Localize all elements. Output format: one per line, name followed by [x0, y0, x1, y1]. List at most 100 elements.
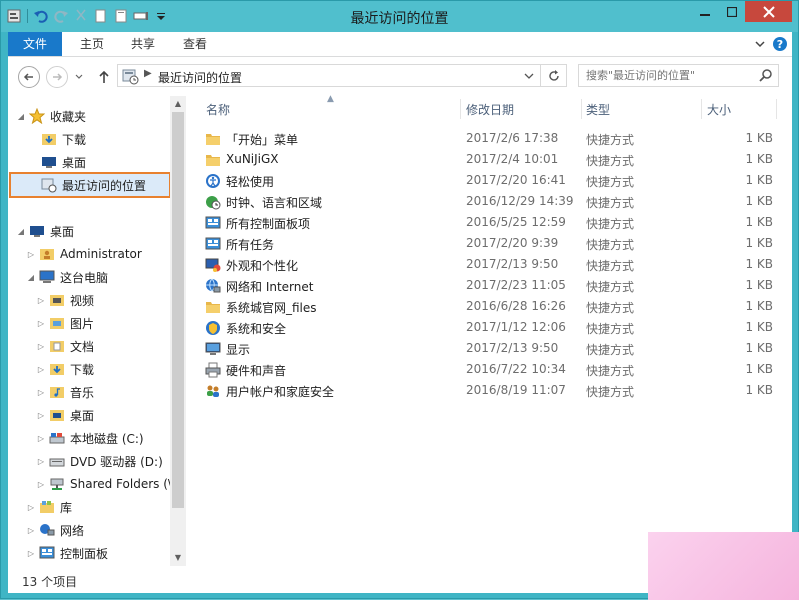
file-name: 所有任务 — [226, 238, 275, 252]
file-row[interactable]: 轻松使用 2017/2/20 16:41 快捷方式 1 KB — [193, 170, 773, 191]
tree-pictures[interactable]: ▷ 图片 — [36, 312, 94, 334]
expand-arrow-icon[interactable]: ▷ — [36, 480, 46, 489]
file-name: 用户帐户和家庭安全 — [226, 385, 335, 399]
collapse-arrow-icon[interactable]: ◢ — [16, 112, 26, 121]
file-row[interactable]: 网络和 Internet 2017/2/23 11:05 快捷方式 1 KB — [193, 275, 773, 296]
tree-this-pc[interactable]: ◢ 这台电脑 — [26, 266, 108, 288]
search-box[interactable] — [578, 64, 779, 87]
file-row[interactable]: 用户帐户和家庭安全 2016/8/19 11:07 快捷方式 1 KB — [193, 380, 773, 401]
scroll-up-icon[interactable]: ▲ — [170, 96, 186, 112]
scroll-down-icon[interactable]: ▼ — [170, 550, 186, 566]
expand-arrow-icon[interactable]: ▷ — [26, 250, 36, 259]
tree-label: 下载 — [70, 362, 95, 377]
expand-arrow-icon[interactable]: ▷ — [26, 549, 36, 558]
expand-arrow-icon[interactable]: ▷ — [26, 526, 36, 535]
breadcrumb-chevron-icon[interactable]: ▶ — [144, 68, 152, 79]
tree-control-panel[interactable]: ▷ 控制面板 — [26, 542, 108, 564]
expand-arrow-icon[interactable]: ▷ — [36, 457, 46, 466]
file-row[interactable]: 时钟、语言和区域 2016/12/29 14:39 快捷方式 1 KB — [193, 191, 773, 212]
tree-pc-desktop[interactable]: ▷ 桌面 — [36, 404, 94, 426]
tree-administrator[interactable]: ▷ Administrator — [26, 243, 142, 265]
back-button[interactable] — [18, 66, 40, 88]
tree-libraries[interactable]: ▷ 库 — [26, 496, 72, 518]
address-bar[interactable]: ▶ 最近访问的位置 — [117, 64, 567, 87]
collapse-arrow-icon[interactable]: ◢ — [26, 273, 36, 282]
file-size: 1 KB — [745, 362, 773, 376]
expand-arrow-icon[interactable]: ▷ — [26, 503, 36, 512]
file-row[interactable]: 系统城官网_files 2016/6/28 16:26 快捷方式 1 KB — [193, 296, 773, 317]
column-divider[interactable] — [701, 99, 702, 119]
column-header-size[interactable]: 大小 — [707, 96, 731, 122]
collapse-arrow-icon[interactable]: ◢ — [16, 227, 26, 236]
file-row[interactable]: 显示 2017/2/13 9:50 快捷方式 1 KB — [193, 338, 773, 359]
expand-arrow-icon[interactable]: ▷ — [36, 434, 46, 443]
control-panel-icon — [38, 545, 56, 561]
file-row[interactable]: 系统和安全 2017/1/12 12:06 快捷方式 1 KB — [193, 317, 773, 338]
expand-arrow-icon[interactable]: ▷ — [36, 319, 46, 328]
column-header-date[interactable]: 修改日期 — [466, 96, 514, 122]
tab-file[interactable]: 文件 — [8, 32, 62, 56]
rename-icon[interactable] — [132, 7, 150, 25]
expand-arrow-icon[interactable]: ▷ — [36, 388, 46, 397]
column-divider[interactable] — [776, 99, 777, 119]
forward-button[interactable] — [46, 66, 68, 88]
tree-network[interactable]: ▷ 网络 — [26, 519, 84, 541]
tree-shared-folders[interactable]: ▷ Shared Folders (\ — [36, 473, 172, 495]
up-button[interactable] — [96, 67, 112, 87]
tree-fav-recent-places[interactable]: 最近访问的位置 — [9, 172, 171, 198]
expand-ribbon-icon[interactable] — [754, 38, 766, 53]
file-row[interactable]: 外观和个性化 2017/2/13 9:50 快捷方式 1 KB — [193, 254, 773, 275]
expand-arrow-icon[interactable]: ▷ — [36, 411, 46, 420]
paste-icon[interactable] — [112, 7, 130, 25]
refresh-button[interactable] — [540, 65, 566, 86]
help-icon[interactable]: ? — [772, 36, 788, 55]
library-icon — [38, 499, 56, 515]
file-row[interactable]: XuNiJiGX 2017/2/4 10:01 快捷方式 1 KB — [193, 149, 773, 170]
column-header-name[interactable]: 名称 — [206, 96, 230, 122]
file-row[interactable]: 所有控制面板项 2016/5/25 12:59 快捷方式 1 KB — [193, 212, 773, 233]
file-row[interactable]: 「开始」菜单 2017/2/6 17:38 快捷方式 1 KB — [193, 128, 773, 149]
tree-fav-desktop[interactable]: 桌面 — [28, 151, 86, 173]
file-name: XuNiJiGX — [226, 152, 279, 166]
column-divider[interactable] — [581, 99, 582, 119]
tree-documents[interactable]: ▷ 文档 — [36, 335, 94, 357]
file-row[interactable]: 硬件和声音 2016/7/22 10:34 快捷方式 1 KB — [193, 359, 773, 380]
tab-home[interactable]: 主页 — [68, 32, 116, 56]
undo-icon[interactable] — [32, 7, 50, 25]
tree-local-disk-c[interactable]: ▷ 本地磁盘 (C:) — [36, 427, 144, 449]
tree-fav-downloads[interactable]: 下载 — [28, 128, 86, 150]
scrollbar-thumb[interactable] — [172, 112, 184, 508]
recent-locations-dropdown-icon[interactable] — [74, 71, 84, 85]
navigation-scrollbar[interactable]: ▲ ▼ — [170, 96, 186, 566]
redo-icon[interactable] — [52, 7, 70, 25]
minimize-button[interactable] — [691, 1, 718, 22]
tree-downloads[interactable]: ▷ 下载 — [36, 358, 94, 380]
search-icon[interactable] — [759, 68, 773, 82]
column-header-type[interactable]: 类型 — [586, 96, 610, 122]
file-date: 2017/2/4 10:01 — [466, 152, 559, 166]
close-button[interactable] — [745, 1, 792, 22]
cut-icon[interactable] — [72, 7, 90, 25]
customize-toolbar-icon[interactable] — [152, 7, 170, 25]
tree-videos[interactable]: ▷ 视频 — [36, 289, 94, 311]
copy-icon[interactable] — [92, 7, 110, 25]
expand-arrow-icon[interactable]: ▷ — [36, 342, 46, 351]
expand-arrow-icon[interactable]: ▷ — [36, 365, 46, 374]
tree-music[interactable]: ▷ 音乐 — [36, 381, 94, 403]
tree-dvd-drive[interactable]: ▷ DVD 驱动器 (D:) — [36, 450, 163, 472]
properties-icon[interactable] — [5, 7, 23, 25]
file-size: 1 KB — [745, 131, 773, 145]
expand-arrow-icon[interactable]: ▷ — [36, 296, 46, 305]
tree-desktop[interactable]: ◢ 桌面 — [16, 220, 74, 242]
maximize-button[interactable] — [718, 1, 745, 22]
tab-share[interactable]: 共享 — [119, 32, 167, 56]
file-row[interactable]: 所有任务 2017/2/20 9:39 快捷方式 1 KB — [193, 233, 773, 254]
tree-favorites[interactable]: ◢ 收藏夹 — [16, 105, 86, 127]
column-divider[interactable] — [460, 99, 461, 119]
search-input[interactable] — [579, 65, 754, 86]
file-type: 快捷方式 — [586, 133, 635, 147]
tab-view[interactable]: 查看 — [171, 32, 219, 56]
address-dropdown-icon[interactable] — [522, 68, 536, 84]
window-controls — [691, 1, 792, 22]
breadcrumb-path[interactable]: 最近访问的位置 — [158, 69, 242, 86]
